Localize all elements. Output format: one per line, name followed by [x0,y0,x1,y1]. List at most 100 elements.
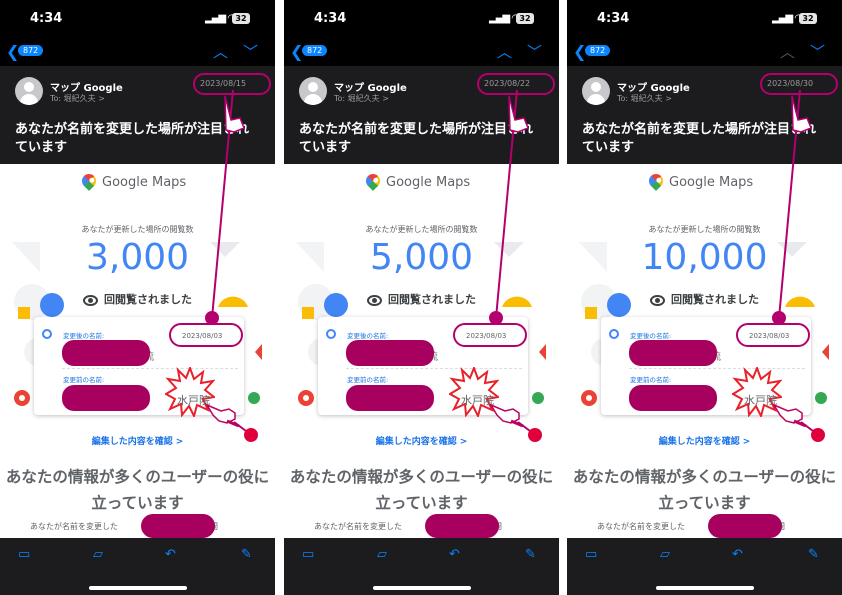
compose-icon[interactable]: ✎ [525,547,536,562]
sender-avatar [582,77,610,105]
folder-icon[interactable]: ▱ [93,547,103,562]
next-message-chevron-down-icon[interactable]: ﹀ [243,41,258,62]
new-name-label: 変更後の名前: [63,332,105,340]
reply-icon[interactable]: ↶ [165,547,176,562]
new-name-redaction [62,340,150,366]
folder-icon[interactable]: ▱ [377,547,387,562]
old-name-redaction [346,385,434,411]
brand-name: Google Maps [102,175,187,190]
signal-wifi-icon: ▂▄▆ ︎◠ [205,13,236,24]
chevron-right-icon: > [175,437,184,447]
archive-icon[interactable]: ▭ [18,547,30,562]
views-label-text: 回閲覧されました [671,293,759,306]
eye-icon [367,294,382,306]
archive-icon[interactable]: ▭ [585,547,597,562]
name-change-card: 変更後の名前: 2023/08/03 琉 変更前の名前: 水戸院 [601,317,811,427]
views-count: 10,000 [641,237,768,278]
body-heading: あなたの情報が多くのユーザーの役に立っています [572,468,837,512]
status-bar: 4:34 ▂▄▆ ︎◠ 32 [567,0,842,40]
mail-nav-bar: ❮ 872 ︿ ﹀ [567,40,842,66]
sender-avatar [299,77,327,105]
email-subject: あなたが名前を変更した場所が注目されています [299,122,534,155]
mail-toolbar: ▭ ▱ ↶ ✎ [284,538,559,595]
status-bar: 4:34 ▂▄▆ ︎◠ 32 [284,0,559,40]
views-label: 回閲覧されました [0,291,275,307]
name-change-card: 変更後の名前: 2023/08/03 琉 変更前の名前: 水戸院 [34,317,244,427]
new-name-redaction [629,340,717,366]
map-pin-icon [363,171,383,191]
compose-icon[interactable]: ✎ [241,547,252,562]
clock-icon [42,329,52,339]
recipient[interactable]: To: 堀紀久夫 > [334,93,389,104]
google-maps-logo: Google Maps [79,171,210,194]
signal-wifi-icon: ▂▄▆ ︎◠ [772,13,803,24]
email-header: マップ Google To: 堀紀久夫 > 2023/08/22 あなたが名前を… [284,66,559,164]
old-name-redaction [629,385,717,411]
status-bar: 4:34 ▂▄▆ ︎◠ 32 [0,0,275,40]
status-time: 4:34 [597,11,630,26]
body-heading: あなたの情報が多くのユーザーの役に立っています [5,468,270,512]
old-name-redaction [62,385,150,411]
folder-icon[interactable]: ▱ [660,547,670,562]
body-text-redaction [425,514,499,538]
battery-icon: 32 [799,13,817,24]
message-count-badge[interactable]: 872 [302,45,328,56]
previous-message-chevron-up-icon[interactable]: ︿ [497,41,512,62]
email-body[interactable]: Google Maps あなたが更新した場所の閲覧数 10,000 回閲覧されま… [567,164,842,538]
phone-screenshot-2: 4:34 ▂▄▆ ︎◠ 32 ❮ 872 ︿ ﹀ マップ Google To: … [284,0,559,595]
pointing-hand-icon [772,403,807,427]
review-edit-link[interactable]: 編集した内容を確認 > [0,434,275,447]
previous-message-chevron-up-icon[interactable]: ︿ [213,41,228,62]
reply-icon[interactable]: ↶ [732,547,743,562]
body-text-redaction [708,514,782,538]
views-label: 回閲覧されました [567,291,842,307]
eye-icon [83,294,98,306]
change-date-highlight-annotation [169,323,243,347]
next-message-chevron-down-icon[interactable]: ﹀ [527,41,542,62]
views-label-text: 回閲覧されました [104,293,192,306]
clock-icon [326,329,336,339]
name-change-card: 変更後の名前: 2023/08/03 琉 変更前の名前: 水戸院 [318,317,528,427]
home-indicator [373,586,471,590]
body-small-text-start: あなたが名前を変更した [314,522,402,531]
views-caption: あなたが更新した場所の閲覧数 [365,225,478,234]
message-count-badge[interactable]: 872 [18,45,44,56]
pointing-hand-icon [489,403,524,427]
mail-nav-bar: ❮ 872 ︿ ﹀ [0,40,275,66]
recipient[interactable]: To: 堀紀久夫 > [50,93,105,104]
sender-name[interactable]: マップ Google [617,79,690,94]
email-subject: あなたが名前を変更した場所が注目されています [15,122,250,155]
home-indicator [89,586,187,590]
status-time: 4:34 [314,11,347,26]
views-caption: あなたが更新した場所の閲覧数 [648,225,761,234]
views-label-text: 回閲覧されました [388,293,476,306]
views-caption: あなたが更新した場所の閲覧数 [81,225,194,234]
mail-toolbar: ▭ ▱ ↶ ✎ [567,538,842,595]
recipient[interactable]: To: 堀紀久夫 > [617,93,672,104]
body-small-text-start: あなたが名前を変更した [597,522,685,531]
old-name-label: 変更前の名前: [630,376,672,384]
google-maps-logo: Google Maps [646,171,777,194]
review-edit-link[interactable]: 編集した内容を確認 > [567,434,842,447]
eye-icon [650,294,665,306]
archive-icon[interactable]: ▭ [302,547,314,562]
chevron-right-icon: > [742,437,751,447]
previous-message-chevron-up-icon[interactable]: ︿ [780,41,795,62]
email-body[interactable]: Google Maps あなたが更新した場所の閲覧数 3,000 回閲覧されまし… [0,164,275,538]
map-pin-icon [646,171,666,191]
message-count-badge[interactable]: 872 [585,45,611,56]
next-message-chevron-down-icon[interactable]: ﹀ [810,41,825,62]
sender-name[interactable]: マップ Google [50,79,123,94]
sender-avatar [15,77,43,105]
reply-icon[interactable]: ↶ [449,547,460,562]
sender-name[interactable]: マップ Google [334,79,407,94]
chevron-right-icon: > [459,437,468,447]
body-small-text-start: あなたが名前を変更した [30,522,118,531]
compose-icon[interactable]: ✎ [808,547,819,562]
mail-toolbar: ▭ ▱ ↶ ✎ [0,538,275,595]
review-edit-link[interactable]: 編集した内容を確認 > [284,434,559,447]
email-body[interactable]: Google Maps あなたが更新した場所の閲覧数 5,000 回閲覧されまし… [284,164,559,538]
body-text-redaction [141,514,215,538]
battery-icon: 32 [516,13,534,24]
new-name-label: 変更後の名前: [347,332,389,340]
